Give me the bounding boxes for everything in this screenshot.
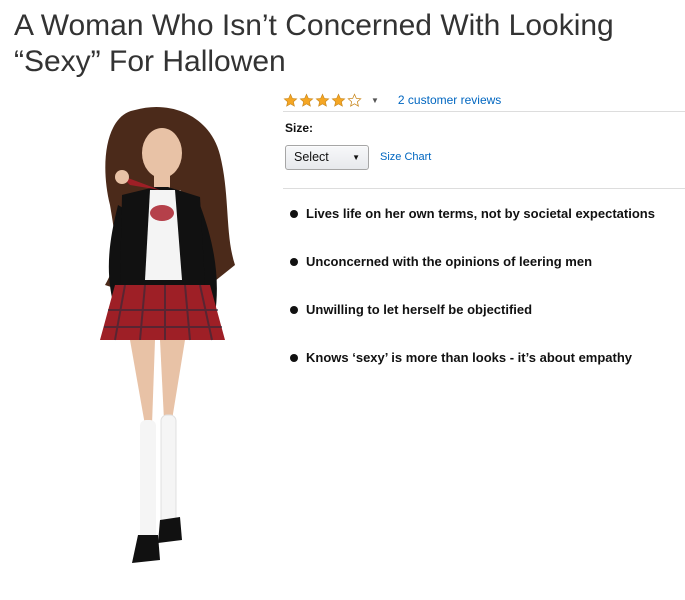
bullet-text: Knows ‘sexy’ is more than looks - it’s a… xyxy=(306,350,633,365)
star-icon xyxy=(315,92,330,107)
empty-star-icon xyxy=(347,92,362,107)
left-sock xyxy=(140,420,156,540)
divider xyxy=(283,111,685,112)
rating-row: ▼ 2 customer reviews xyxy=(283,88,501,112)
chevron-down-icon: ▼ xyxy=(352,153,360,162)
list-item: Unconcerned with the opinions of leering… xyxy=(290,253,655,270)
bullet-text: Unwilling to let herself be objectified xyxy=(306,302,533,317)
headline: A Woman Who Isn’t Concerned With Looking… xyxy=(14,8,674,80)
right-sock xyxy=(160,414,177,526)
right-leg xyxy=(160,340,185,420)
chevron-down-icon[interactable]: ▼ xyxy=(371,96,379,105)
headline-line-1: A Woman Who Isn’t Concerned With Looking xyxy=(14,9,614,42)
star-icon xyxy=(299,92,314,107)
list-item: Knows ‘sexy’ is more than looks - it’s a… xyxy=(290,349,655,366)
star-icon xyxy=(331,92,346,107)
bullet-icon xyxy=(290,257,298,266)
list-item: Unwilling to let herself be objectified xyxy=(290,301,655,318)
list-item: Lives life on her own terms, not by soci… xyxy=(290,205,655,222)
left-leg xyxy=(130,340,155,425)
star-icon xyxy=(283,92,298,107)
bullet-text: Unconcerned with the opinions of leering… xyxy=(306,254,593,269)
customer-reviews-link[interactable]: 2 customer reviews xyxy=(398,93,501,107)
left-shoe xyxy=(132,535,160,563)
star-rating[interactable] xyxy=(283,92,363,108)
size-label: Size: xyxy=(285,121,314,135)
size-chart-link[interactable]: Size Chart xyxy=(380,151,431,163)
right-shoe xyxy=(158,517,182,543)
bullet-text: Lives life on her own terms, not by soci… xyxy=(306,206,655,221)
face xyxy=(142,128,182,178)
size-select[interactable]: Select ▼ xyxy=(285,145,369,170)
product-image xyxy=(100,107,235,563)
headline-line-2: “Sexy” For Hallowen xyxy=(14,45,286,78)
bullet-icon xyxy=(290,305,298,314)
feature-bullets: Lives life on her own terms, not by soci… xyxy=(290,205,655,397)
divider xyxy=(283,188,685,189)
bullet-icon xyxy=(290,353,298,362)
size-select-value: Select xyxy=(294,150,329,164)
bullet-icon xyxy=(290,209,298,218)
